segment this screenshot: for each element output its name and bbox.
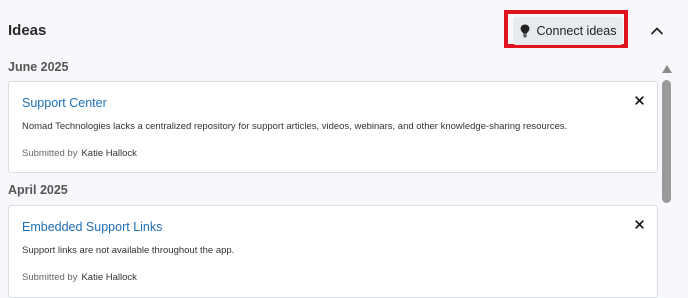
panel-title: Ideas [8, 22, 47, 39]
submitter-name: Katie Hallock [81, 272, 137, 283]
idea-submitter: Submitted by Katie Hallock [22, 272, 137, 283]
scrollbar-thumb[interactable] [662, 80, 671, 203]
submitter-name: Katie Hallock [81, 148, 137, 159]
triangle-up-icon [661, 62, 673, 77]
scroll-up-button[interactable] [661, 62, 673, 73]
connect-ideas-button[interactable]: Connect ideas [513, 17, 623, 45]
submitted-by-label: Submitted by [22, 272, 78, 283]
collapse-button[interactable] [645, 20, 669, 42]
close-icon [634, 93, 644, 108]
idea-card: Support Center Nomad Technologies lacks … [8, 81, 658, 173]
vertical-scrollbar[interactable] [660, 60, 674, 298]
lightbulb-icon [520, 24, 530, 38]
chevron-up-icon [645, 27, 669, 45]
close-icon [634, 217, 644, 232]
idea-title-link[interactable]: Embedded Support Links [22, 220, 162, 234]
group-date-label: June 2025 [8, 60, 69, 74]
idea-card: Embedded Support Links Support links are… [8, 205, 658, 298]
idea-description: Nomad Technologies lacks a centralized r… [22, 121, 568, 132]
connect-ideas-label: Connect ideas [536, 24, 617, 38]
idea-description: Support links are not available througho… [22, 245, 235, 256]
remove-idea-button[interactable] [632, 93, 646, 107]
ideas-panel: Ideas Connect ideas June 2025 Support Ce… [0, 0, 688, 298]
idea-submitter: Submitted by Katie Hallock [22, 148, 137, 159]
remove-idea-button[interactable] [632, 217, 646, 231]
submitted-by-label: Submitted by [22, 148, 78, 159]
group-date-label: April 2025 [8, 183, 68, 197]
idea-title-link[interactable]: Support Center [22, 96, 107, 110]
